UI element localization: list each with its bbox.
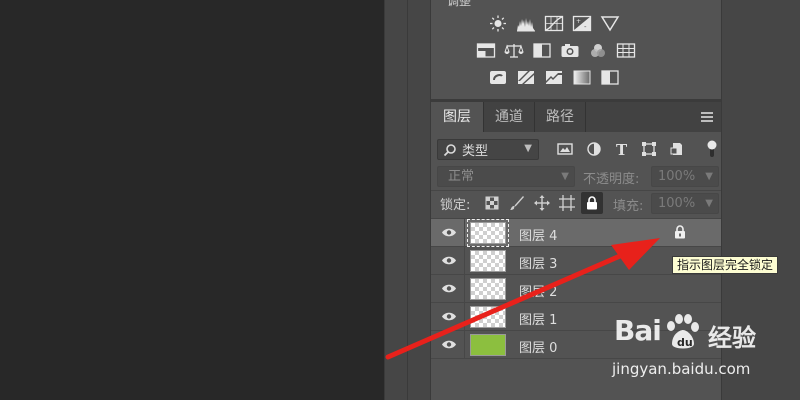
- layer-thumbnail: [470, 250, 506, 272]
- opacity-label: 不透明度:: [583, 172, 640, 187]
- svg-text:+: +: [576, 18, 581, 25]
- invert-icon[interactable]: [487, 68, 509, 86]
- lock-artboard-icon[interactable]: [558, 194, 576, 212]
- row-separator: [464, 247, 465, 275]
- opacity-value: 100%: [658, 169, 696, 184]
- tab-channels[interactable]: 通道: [484, 102, 534, 132]
- svg-text:T: T: [616, 141, 628, 157]
- levels-icon[interactable]: [515, 14, 537, 32]
- threshold-icon[interactable]: [543, 68, 565, 86]
- selective-color-icon[interactable]: [599, 68, 621, 86]
- layer-lock-icon: [675, 225, 685, 239]
- lock-transparent-pixels-icon[interactable]: [483, 194, 501, 212]
- smart-object-filter-icon[interactable]: [669, 141, 685, 157]
- lock-position-icon[interactable]: [533, 194, 551, 212]
- fill-label: 填充:: [613, 199, 644, 214]
- adjustments-row-2: [475, 41, 637, 59]
- visibility-eye-icon[interactable]: [441, 227, 457, 238]
- tab-separator: [585, 102, 586, 132]
- gradient-map-icon[interactable]: [571, 68, 593, 86]
- watermark-brand: Bai: [614, 314, 662, 347]
- row-separator: [464, 275, 465, 303]
- layer-thumbnail: [470, 306, 506, 328]
- filter-toggle-switch[interactable]: [707, 140, 717, 158]
- color-lookup-icon[interactable]: [615, 41, 637, 59]
- search-icon: [443, 143, 456, 156]
- color-balance-icon[interactable]: [503, 41, 525, 59]
- row-separator: [464, 219, 465, 247]
- hue-saturation-icon[interactable]: [475, 41, 497, 59]
- tab-layers[interactable]: 图层: [431, 102, 483, 132]
- layer-filter-kind-select[interactable]: 类型 ▼: [437, 139, 539, 160]
- layer-name[interactable]: 图层 2: [519, 281, 557, 300]
- lock-tooltip: 指示图层完全锁定: [672, 256, 779, 274]
- lock-image-pixels-icon[interactable]: [508, 194, 526, 212]
- dock-divider: [384, 0, 385, 400]
- layer-row-4[interactable]: 图层 4: [431, 219, 721, 247]
- chevron-down-icon: ▼: [524, 143, 532, 154]
- layer-thumbnail: [470, 278, 506, 300]
- paw-logo-icon: du: [667, 314, 699, 349]
- shape-filter-icon[interactable]: [641, 141, 657, 157]
- layer-name[interactable]: 图层 4: [519, 225, 557, 244]
- row-separator: [464, 303, 465, 331]
- layer-thumbnail: [470, 334, 506, 356]
- opacity-field[interactable]: 100% ▼: [651, 166, 719, 187]
- black-white-icon[interactable]: [531, 41, 553, 59]
- fill-field[interactable]: 100% ▼: [651, 193, 719, 214]
- layer-name[interactable]: 图层 3: [519, 253, 557, 272]
- chevron-down-icon: ▼: [561, 171, 569, 182]
- layer-thumbnail: [467, 219, 509, 247]
- chevron-down-icon: ▼: [705, 171, 713, 182]
- chevron-down-icon: ▼: [705, 198, 713, 209]
- layers-tabbar: 图层 通道 路径: [431, 102, 721, 132]
- vibrance-icon[interactable]: [599, 14, 621, 32]
- adjustments-row-3: [487, 68, 621, 86]
- dock-divider: [407, 0, 408, 400]
- layer-name[interactable]: 图层 0: [519, 337, 557, 356]
- brightness-contrast-icon[interactable]: [487, 14, 509, 32]
- channel-mixer-icon[interactable]: [587, 41, 609, 59]
- blend-mode-select[interactable]: 正常 ▼: [437, 166, 575, 187]
- filter-kind-label: 类型: [462, 144, 489, 159]
- watermark-brand-cn: 经验: [708, 324, 756, 352]
- blend-mode-value: 正常: [448, 169, 475, 184]
- exposure-icon[interactable]: + -: [571, 14, 593, 32]
- adjustments-title: 调整: [447, 0, 472, 8]
- photo-filter-icon[interactable]: [559, 41, 581, 59]
- type-filter-icon[interactable]: T: [614, 141, 630, 157]
- baidu-jingyan-watermark: Bai du 经验 jingyan.baidu.com: [612, 312, 792, 382]
- fill-value: 100%: [658, 196, 696, 211]
- lock-label: 锁定:: [440, 198, 471, 213]
- adjustment-filter-icon[interactable]: [586, 141, 602, 157]
- panel-menu-icon[interactable]: [701, 112, 713, 122]
- document-canvas-area: [0, 0, 384, 400]
- visibility-eye-icon[interactable]: [441, 311, 457, 322]
- image-filter-icon[interactable]: [557, 141, 573, 157]
- watermark-url: jingyan.baidu.com: [612, 360, 751, 378]
- tab-paths[interactable]: 路径: [535, 102, 585, 132]
- row-separator: [464, 331, 465, 359]
- posterize-icon[interactable]: [515, 68, 537, 86]
- row-divider: [431, 190, 721, 191]
- curves-icon[interactable]: [543, 14, 565, 32]
- layer-row-2[interactable]: 图层 2: [431, 275, 721, 303]
- svg-text:du: du: [677, 336, 693, 349]
- adjustments-row-1: + -: [487, 14, 621, 32]
- visibility-eye-icon[interactable]: [441, 339, 457, 350]
- lock-all-icon[interactable]: [581, 192, 603, 214]
- layer-name[interactable]: 图层 1: [519, 309, 557, 328]
- visibility-eye-icon[interactable]: [441, 255, 457, 266]
- visibility-eye-icon[interactable]: [441, 283, 457, 294]
